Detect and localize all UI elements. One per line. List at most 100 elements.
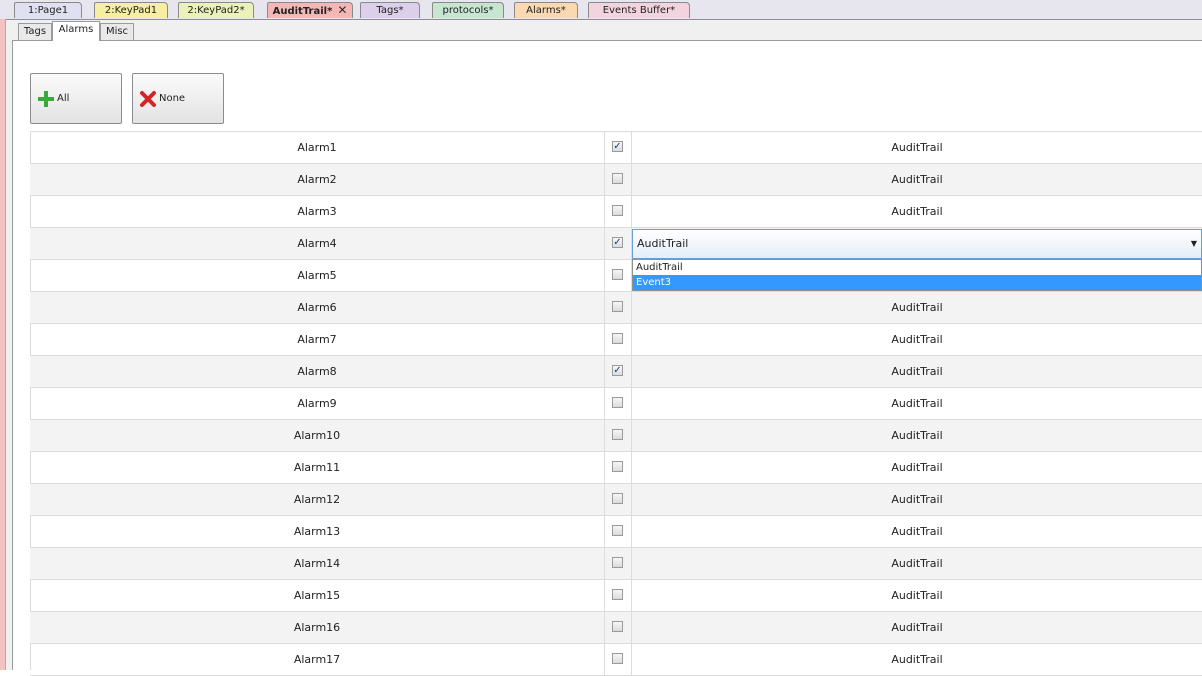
table-row[interactable]: Alarm8 ✓ AuditTrail	[30, 356, 1202, 388]
target-buffer-cell[interactable]: AuditTrail	[632, 164, 1202, 195]
checkbox-cell: ✓	[605, 356, 632, 387]
include-checkbox[interactable]: ✓	[612, 237, 623, 248]
checkbox-cell	[605, 388, 632, 419]
document-tab-bar: 1:Page1 2:KeyPad1 2:KeyPad2* AuditTrail*…	[0, 0, 1202, 20]
green-plus-icon	[37, 90, 55, 108]
target-buffer-cell[interactable]: AuditTrail	[632, 324, 1202, 355]
include-checkbox[interactable]	[612, 653, 623, 664]
target-buffer-cell[interactable]: AuditTrail	[632, 580, 1202, 611]
target-buffer-cell[interactable]: AuditTrail	[632, 132, 1202, 163]
include-checkbox[interactable]	[612, 525, 623, 536]
dropdown-options-list: AuditTrail Event3	[632, 259, 1202, 291]
alarm-name-cell: Alarm6	[30, 292, 605, 323]
table-row[interactable]: Alarm3 AuditTrail	[30, 196, 1202, 228]
tab-alarms[interactable]: Alarms*	[514, 2, 578, 18]
target-buffer-cell[interactable]: AuditTrail	[632, 292, 1202, 323]
target-buffer-cell[interactable]: AuditTrail	[632, 548, 1202, 579]
table-row[interactable]: Alarm15 AuditTrail	[30, 580, 1202, 612]
tab-keypad1[interactable]: 2:KeyPad1	[94, 2, 168, 18]
checkbox-cell	[605, 548, 632, 579]
target-buffer-cell[interactable]: AuditTrail	[632, 516, 1202, 547]
table-row[interactable]: Alarm11 AuditTrail	[30, 452, 1202, 484]
tab-tags[interactable]: Tags*	[360, 2, 420, 18]
target-buffer-cell[interactable]: AuditTrail	[632, 196, 1202, 227]
select-all-label: All	[57, 93, 70, 104]
include-checkbox[interactable]	[612, 493, 623, 504]
target-buffer-cell[interactable]: AuditTrail	[632, 644, 1202, 675]
checkbox-cell: ✓	[605, 228, 632, 259]
alarm-name-cell: Alarm7	[30, 324, 605, 355]
checkbox-cell: ✓	[605, 132, 632, 163]
include-checkbox[interactable]	[612, 173, 623, 184]
tab-protocols[interactable]: protocols*	[432, 2, 504, 18]
target-buffer-dropdown[interactable]: AuditTrail ▼	[632, 229, 1202, 259]
table-row[interactable]: Alarm17 AuditTrail	[30, 644, 1202, 676]
checkbox-cell	[605, 580, 632, 611]
table-row[interactable]: Alarm2 AuditTrail	[30, 164, 1202, 196]
tab-events-buffer[interactable]: Events Buffer*	[588, 2, 690, 18]
target-buffer-cell[interactable]: AuditTrail	[632, 452, 1202, 483]
tab-label: 2:KeyPad2*	[187, 5, 245, 16]
checkbox-cell	[605, 452, 632, 483]
alarm-name-cell: Alarm9	[30, 388, 605, 419]
dropdown-value: AuditTrail	[637, 237, 689, 250]
table-row[interactable]: Alarm13 AuditTrail	[30, 516, 1202, 548]
target-buffer-cell[interactable]: AuditTrail	[632, 612, 1202, 643]
target-buffer-cell[interactable]: AuditTrail	[632, 356, 1202, 387]
include-checkbox[interactable]	[612, 461, 623, 472]
dropdown-option[interactable]: Event3	[633, 275, 1201, 290]
include-checkbox[interactable]	[612, 333, 623, 344]
include-checkbox[interactable]	[612, 269, 623, 280]
alarm-name-cell: Alarm15	[30, 580, 605, 611]
table-row[interactable]: Alarm10 AuditTrail	[30, 420, 1202, 452]
alarm-name-cell: Alarm2	[30, 164, 605, 195]
alarm-name-cell: Alarm11	[30, 452, 605, 483]
tab-tags-section[interactable]: Tags	[18, 23, 52, 40]
tab-audittrail[interactable]: AuditTrail* ✕	[267, 2, 353, 18]
include-checkbox[interactable]	[612, 621, 623, 632]
table-row[interactable]: Alarm12 AuditTrail	[30, 484, 1202, 516]
sub-tab-label: Tags	[23, 26, 47, 37]
tab-label: Events Buffer*	[602, 5, 676, 16]
checkbox-cell	[605, 644, 632, 675]
include-checkbox[interactable]	[612, 205, 623, 216]
checkbox-cell	[605, 260, 632, 291]
tab-page1[interactable]: 1:Page1	[14, 2, 82, 18]
close-icon[interactable]: ✕	[337, 3, 347, 17]
tab-alarms-section[interactable]: Alarms	[52, 21, 100, 41]
include-checkbox[interactable]	[612, 397, 623, 408]
table-row[interactable]: Alarm6 AuditTrail	[30, 292, 1202, 324]
checkbox-cell	[605, 612, 632, 643]
include-checkbox[interactable]	[612, 429, 623, 440]
tab-label: Alarms*	[526, 5, 566, 16]
chevron-down-icon[interactable]: ▼	[1191, 230, 1197, 258]
table-row[interactable]: Alarm14 AuditTrail	[30, 548, 1202, 580]
alarm-name-cell: Alarm13	[30, 516, 605, 547]
include-checkbox[interactable]: ✓	[612, 141, 623, 152]
sub-tab-label: Alarms	[58, 24, 94, 35]
table-row[interactable]: Alarm16 AuditTrail	[30, 612, 1202, 644]
sub-tab-label: Misc	[105, 26, 129, 37]
include-checkbox[interactable]: ✓	[612, 365, 623, 376]
tab-label: AuditTrail*	[272, 6, 333, 17]
alarm-name-cell: Alarm3	[30, 196, 605, 227]
table-row[interactable]: Alarm1 ✓ AuditTrail	[30, 132, 1202, 164]
tab-misc-section[interactable]: Misc	[100, 23, 134, 40]
select-none-button[interactable]: None	[132, 73, 224, 124]
tab-keypad2[interactable]: 2:KeyPad2*	[178, 2, 254, 18]
include-checkbox[interactable]	[612, 557, 623, 568]
alarm-name-cell: Alarm1	[30, 132, 605, 163]
table-row[interactable]: Alarm9 AuditTrail	[30, 388, 1202, 420]
checkbox-cell	[605, 196, 632, 227]
alarm-name-cell: Alarm12	[30, 484, 605, 515]
dropdown-option[interactable]: AuditTrail	[633, 260, 1201, 275]
include-checkbox[interactable]	[612, 589, 623, 600]
table-row[interactable]: Alarm7 AuditTrail	[30, 324, 1202, 356]
alarm-name-cell: Alarm8	[30, 356, 605, 387]
select-all-button[interactable]: All	[30, 73, 122, 124]
include-checkbox[interactable]	[612, 301, 623, 312]
target-buffer-cell[interactable]: AuditTrail	[632, 420, 1202, 451]
target-buffer-cell[interactable]: AuditTrail	[632, 484, 1202, 515]
target-buffer-cell[interactable]: AuditTrail	[632, 388, 1202, 419]
alarm-name-cell: Alarm16	[30, 612, 605, 643]
